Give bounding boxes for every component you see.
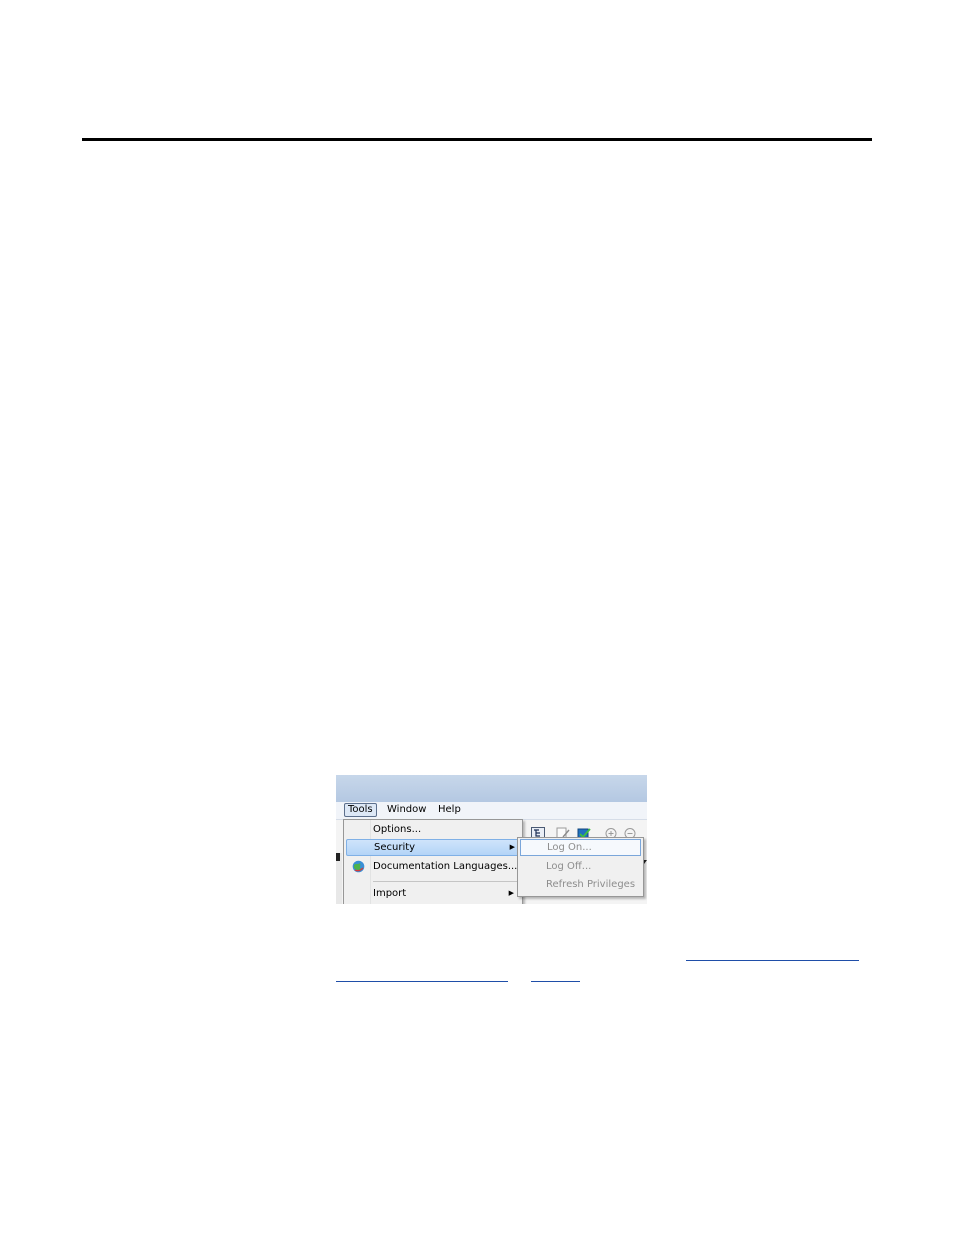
hyperlink-underline[interactable]	[336, 981, 508, 982]
menu-item-import[interactable]: Import ▶	[346, 885, 518, 902]
security-submenu: Log On... Log Off... Refresh Privileges	[517, 837, 644, 897]
submenu-arrow-icon: ▶	[509, 843, 515, 851]
menu-item-label: Import	[373, 888, 407, 899]
menu-separator	[373, 881, 517, 882]
application-screenshot: Tools Window Help Options... Security ▶ …	[336, 775, 647, 904]
window-title-bar	[336, 775, 647, 802]
menu-tools[interactable]: Tools	[344, 803, 377, 817]
submenu-arrow-icon: ▶	[508, 889, 514, 897]
tools-menu: Options... Security ▶ Documentation Lang…	[343, 819, 523, 904]
menu-help[interactable]: Help	[435, 803, 464, 817]
page-header-rule	[82, 138, 872, 141]
submenu-item-log-on[interactable]: Log On...	[520, 839, 641, 856]
menu-bar: Tools Window Help	[336, 802, 647, 820]
menu-item-label: Options...	[373, 824, 422, 835]
menu-window[interactable]: Window	[384, 803, 429, 817]
submenu-item-label: Log Off...	[546, 861, 592, 872]
submenu-item-label: Log On...	[547, 842, 592, 853]
submenu-item-refresh-privileges[interactable]: Refresh Privileges	[520, 876, 639, 893]
menu-item-options[interactable]: Options...	[346, 821, 518, 838]
menu-item-label: Documentation Languages...	[373, 861, 518, 872]
left-panel-edge	[336, 853, 342, 904]
menu-item-documentation-languages[interactable]: Documentation Languages...	[346, 858, 518, 875]
hyperlink-underline[interactable]	[531, 981, 580, 982]
panel-marker	[336, 853, 340, 861]
menu-item-security[interactable]: Security ▶	[346, 839, 520, 856]
submenu-item-log-off[interactable]: Log Off...	[520, 858, 639, 875]
submenu-item-label: Refresh Privileges	[546, 879, 636, 890]
globe-icon	[352, 860, 365, 873]
menu-item-label: Security	[374, 842, 416, 853]
hyperlink-underline[interactable]	[686, 960, 859, 961]
